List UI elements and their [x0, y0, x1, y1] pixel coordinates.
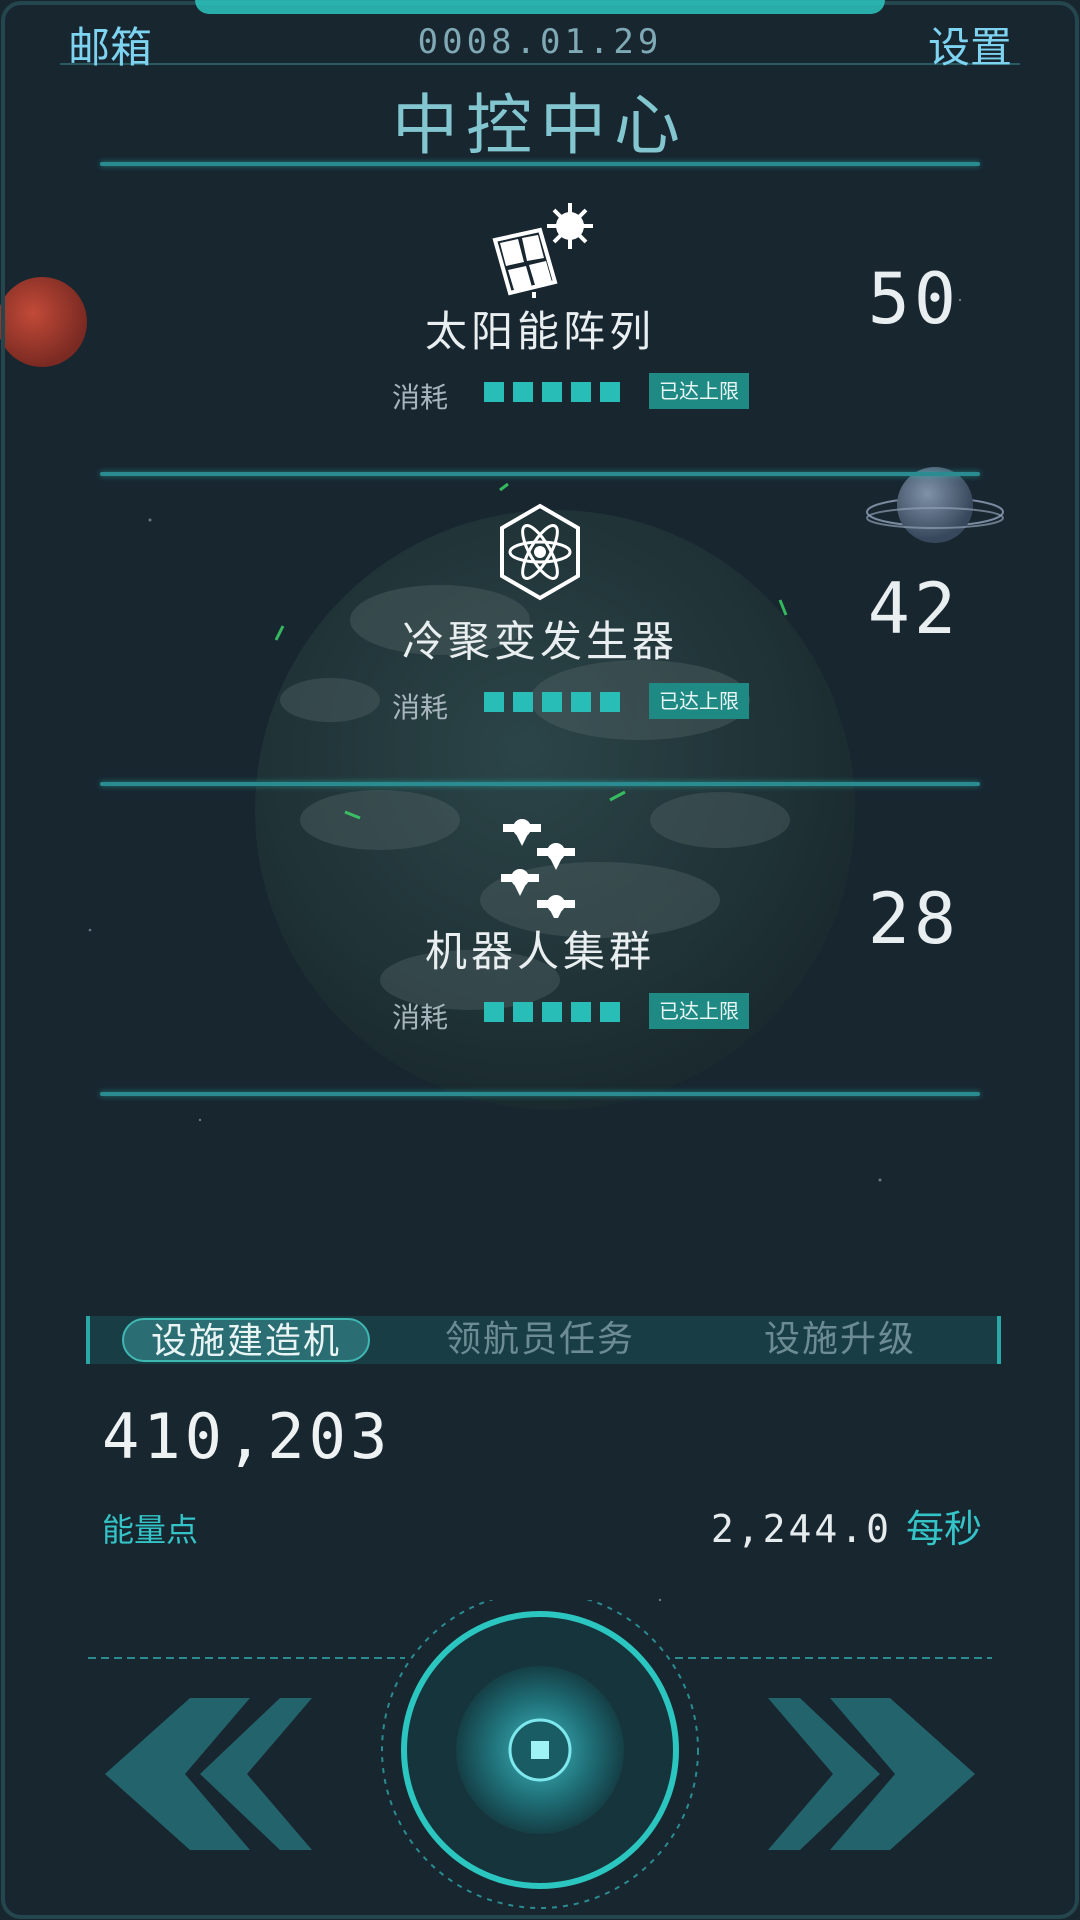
consume-block	[571, 692, 591, 712]
divider-line	[100, 472, 980, 476]
consume-block	[484, 692, 504, 712]
facility-row-solar[interactable]: 太阳能阵列 50 消耗 已达上限	[0, 170, 1080, 470]
top-glow-bar	[195, 0, 885, 14]
header-divider	[60, 63, 1020, 65]
max-level-badge: 已达上限	[649, 373, 749, 409]
consume-label: 消耗	[392, 691, 449, 724]
tab-facility-upgrade[interactable]: 设施升级	[710, 1316, 970, 1364]
consume-block	[484, 1002, 504, 1022]
game-screen: 邮箱 0008.01.29 设置 中控中心 太阳能阵列 50 消耗 已达上限 冷…	[0, 0, 1080, 1920]
facility-row-robots[interactable]: 机器人集群 28 消耗 已达上限	[0, 790, 1080, 1090]
consume-block	[571, 382, 591, 402]
facility-count: 42	[867, 568, 960, 650]
center-action-button[interactable]	[381, 1600, 699, 1909]
max-level-badge: 已达上限	[649, 683, 749, 719]
divider-line	[100, 782, 980, 786]
energy-total: 410,203	[102, 1400, 392, 1473]
energy-rate-unit: 每秒	[905, 1507, 982, 1551]
divider-line	[100, 1092, 980, 1096]
consume-block	[513, 1002, 533, 1022]
facility-count: 28	[867, 878, 960, 960]
energy-label: 能量点	[102, 1511, 199, 1549]
facility-row-fusion[interactable]: 冷聚变发生器 42 消耗 已达上限	[0, 480, 1080, 780]
settings-button[interactable]: 设置	[928, 14, 1012, 75]
consume-block	[542, 382, 562, 402]
consume-label: 消耗	[392, 381, 449, 414]
consume-meter	[484, 692, 620, 712]
consume-block	[571, 1002, 591, 1022]
atom-icon	[500, 503, 580, 601]
max-level-badge: 已达上限	[649, 993, 749, 1029]
consume-block	[542, 692, 562, 712]
facility-count: 50	[867, 258, 960, 340]
game-date: 0008.01.29	[417, 22, 663, 62]
consume-block	[542, 1002, 562, 1022]
consume-block	[513, 692, 533, 712]
prev-arrow-icon[interactable]	[105, 1698, 312, 1850]
energy-rate-value: 2,244.0	[710, 1507, 892, 1551]
consume-block	[600, 1002, 620, 1022]
consume-block	[600, 692, 620, 712]
stop-square-icon	[531, 1741, 549, 1759]
consume-block	[484, 382, 504, 402]
solar-panel-icon	[492, 203, 593, 298]
divider-line	[100, 162, 980, 166]
tab-facility-builder[interactable]: 设施建造机	[122, 1318, 370, 1362]
tab-bar: 设施建造机 领航员任务 设施升级	[86, 1316, 1001, 1364]
next-arrow-icon[interactable]	[768, 1698, 975, 1850]
bottom-nav	[88, 1600, 992, 1909]
consume-block	[600, 382, 620, 402]
consume-meter	[484, 382, 620, 402]
page-title: 中控中心	[392, 87, 688, 164]
consume-meter	[484, 1002, 620, 1022]
energy-rate: 2,244.0 每秒	[711, 1498, 982, 1553]
tab-navigator-missions[interactable]: 领航员任务	[400, 1316, 680, 1364]
consume-label: 消耗	[392, 1001, 449, 1034]
consume-block	[513, 382, 533, 402]
robot-swarm-icon	[501, 819, 575, 918]
